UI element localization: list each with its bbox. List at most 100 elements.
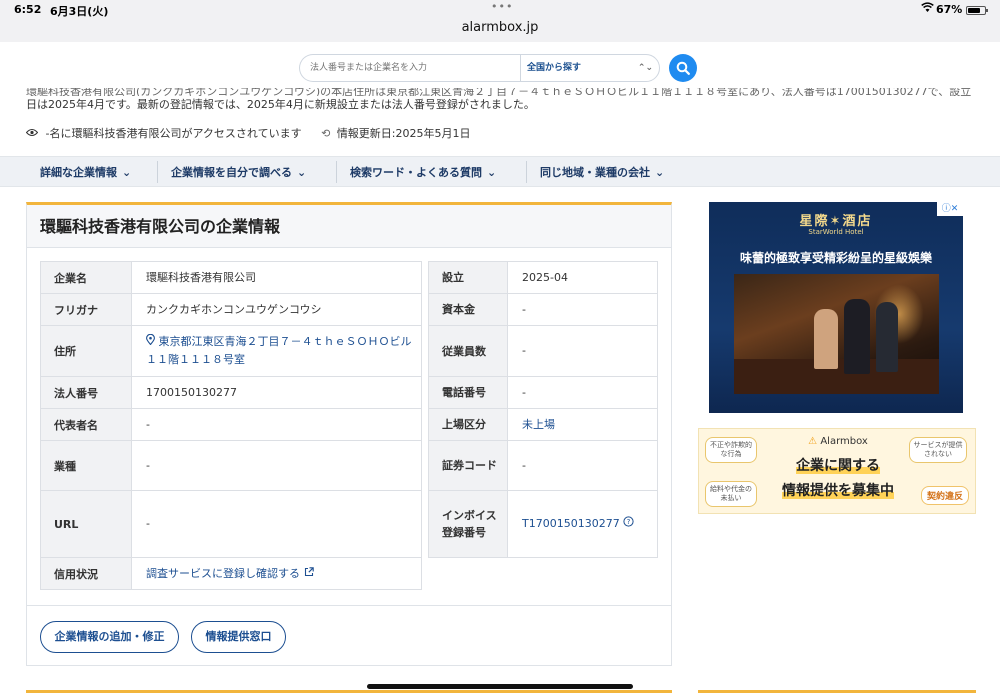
kana-label: フリガナ [40,293,132,326]
securities-label: 証券コード [428,440,508,491]
sync-icon: ⟲ [321,127,331,140]
credit-link-text: 調査サービスに登録し確認する [146,566,300,580]
url-text[interactable]: alarmbox.jp [462,20,539,35]
url-value: - [131,490,422,558]
industry-value: - [131,440,422,491]
help-icon[interactable]: ? [623,516,634,530]
founded-label: 設立 [428,261,508,294]
company-kana: カンクカギホンコンユウゲンコウシ [131,293,422,326]
phone-label: 電話番号 [428,376,508,409]
banner-bubble: サービスが提供されない [909,437,967,463]
nav-research[interactable]: 企業情報を自分で調べる ⌄ [171,157,306,186]
external-link-icon [304,566,314,580]
listing-link[interactable]: 未上場 [507,408,658,441]
company-basic-table: 企業名 環驅科技香港有限公司 フリガナ カンクカギホンコンユウゲンコウシ 住所 … [40,261,422,590]
hotel-ad-banner[interactable]: ⓘ✕ 星際✶酒店 StarWorld Hotel 味蕾的極致享受精彩紛呈的星級娛… [709,202,963,413]
info-request-banner[interactable]: ⚠ Alarmbox 企業に関する 情報提供を募集中 不正や詐欺的な行為 サービ… [698,428,976,514]
page-meta: -名に環驅科技香港有限公司がアクセスされています ⟲ 情報更新日:2025年5月… [25,125,471,141]
chevron-down-icon: ⌄ [655,166,665,179]
table-row: インボイス 登録番号 T1700150130277 ? [428,490,658,558]
company-summary: 環驅科技香港有限公司(カンクカギホンコンユウゲンコウシ)の本店住所は東京都江東区… [26,88,986,114]
phone-value: - [507,376,658,409]
table-row: 上場区分 未上場 [428,408,658,441]
status-date: 6月3日(火) [50,5,109,18]
nav-related-companies[interactable]: 同じ地域・業種の会社 ⌄ [540,157,664,186]
status-bar: 6:52 6月3日(火) ••• 67% [0,0,1000,20]
chevron-down-icon: ⌄ [487,166,497,179]
listing-label: 上場区分 [428,408,508,441]
table-row: 代表者名 - [40,408,422,441]
nav-divider [526,161,527,183]
address-link[interactable]: 東京都江東区青海２丁目７－４ｔｈｅＳＯＨＯビル１１階１１１８号室 [131,325,422,377]
info-contact-button[interactable]: 情報提供窓口 [191,621,286,653]
next-section-edge [26,690,672,695]
employees-value: - [507,325,658,377]
summary-line-2: 日は2025年4月です。最新の登記情報では、2025年4月に新規設立または法人番… [26,98,535,111]
chevron-down-icon: ⌄ [297,166,307,179]
address-label: 住所 [40,325,132,377]
banner-tag: 契約違反 [921,486,970,505]
nav-detail-info[interactable]: 詳細な企業情報 ⌄ [40,157,131,186]
nav-divider [336,161,337,183]
corp-number-label: 法人番号 [40,376,132,409]
securities-value: - [507,440,658,491]
company-name: 環驅科技香港有限公司 [131,261,422,294]
summary-line-1: 環驅科技香港有限公司(カンクカギホンコンユウゲンコウシ)の本店住所は東京都江東区… [26,88,972,96]
banner-brand-text: Alarmbox [820,436,868,447]
battery-percent: 67% [936,3,963,16]
home-indicator[interactable] [367,684,633,689]
multitask-dots-icon[interactable]: ••• [491,0,513,13]
table-row: 業種 - [40,440,422,491]
table-row: 電話番号 - [428,376,658,409]
nav-label: 詳細な企業情報 [40,166,117,179]
nav-label: 企業情報を自分で調べる [171,166,292,179]
industry-label: 業種 [40,440,132,491]
nav-label: 検索ワード・よくある質問 [350,166,482,179]
table-row: 企業名 環驅科技香港有限公司 [40,261,422,294]
credit-label: 信用状況 [40,557,132,590]
search-input[interactable] [299,54,521,82]
updated-date-text: 情報更新日:2025年5月1日 [336,127,471,140]
wifi-icon [921,2,934,16]
table-row: 従業員数 - [428,325,658,377]
representative-value: - [131,408,422,441]
employees-label: 従業員数 [428,325,508,377]
view-count-text: -名に環驅科技香港有限公司がアクセスされています [45,127,302,140]
name-label: 企業名 [40,261,132,294]
capital-label: 資本金 [428,293,508,326]
table-row: 設立 2025-04 [428,261,658,294]
map-pin-icon [146,333,159,348]
table-row: URL - [40,490,422,558]
founded-value: 2025-04 [507,261,658,294]
url-label: URL [40,490,132,558]
table-row: 証券コード - [428,440,658,491]
svg-text:?: ? [627,518,631,526]
select-arrows-icon: ⌃⌄ [637,63,653,73]
table-row: 資本金 - [428,293,658,326]
address-bar[interactable]: alarmbox.jp [0,20,1000,42]
invoice-number: T1700150130277 [522,517,620,530]
edit-company-info-button[interactable]: 企業情報の追加・修正 [40,621,179,653]
area-select[interactable]: 全国から探す ⌃⌄ [520,54,660,82]
ad-headline: 味蕾的極致享受精彩紛呈的星級娛樂 [739,251,932,265]
address-text: 東京都江東区青海２丁目７－４ｔｈｅＳＯＨＯビル１１階１１１８号室 [146,335,412,366]
capital-value: - [507,293,658,326]
credit-check-link[interactable]: 調査サービスに登録し確認する [131,557,422,590]
eye-icon [25,127,39,140]
table-row: 住所 東京都江東区青海２丁目７－４ｔｈｅＳＯＨＯビル１１階１１１８号室 [40,325,422,377]
chevron-down-icon: ⌄ [122,166,132,179]
company-info-panel: 環驅科技香港有限公司の企業情報 企業名 環驅科技香港有限公司 フリガナ カンクカ… [26,202,672,666]
search-button[interactable] [669,54,697,82]
ad-photo [734,274,939,394]
nav-faq[interactable]: 検索ワード・よくある質問 ⌄ [350,157,496,186]
invoice-label-line-1: インボイス [442,509,497,522]
panel-title: 環驅科技香港有限公司の企業情報 [27,205,671,248]
section-nav: 詳細な企業情報 ⌄ 企業情報を自分で調べる ⌄ 検索ワード・よくある質問 ⌄ 同じ地域… [0,156,1000,187]
invoice-label-line-2: 登録番号 [442,526,486,539]
ad-logo: 星際✶酒店 [799,214,873,229]
invoice-number-link[interactable]: T1700150130277 ? [507,490,658,558]
banner-bubble: 不正や詐欺的な行為 [705,437,757,463]
panel-divider [27,605,671,606]
area-select-value: 全国から探す [527,63,582,73]
table-row: 信用状況 調査サービスに登録し確認する [40,557,422,590]
